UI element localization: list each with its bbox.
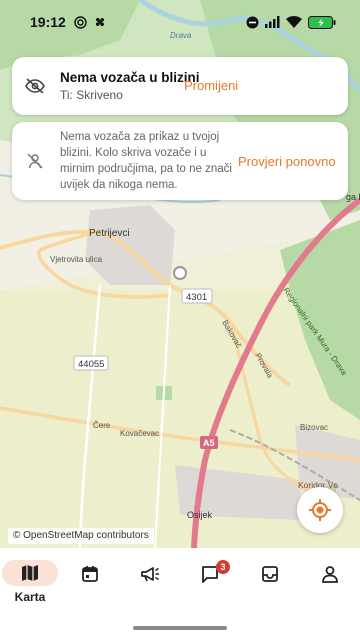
- nav-item-announcements[interactable]: [122, 560, 178, 604]
- map-label-road5: Čere: [93, 421, 111, 430]
- map-icon: [22, 565, 38, 581]
- map-label-street: Vjetrovita ulica: [50, 255, 103, 264]
- no-drivers-description: Nema vozača za prikaz u tvojoj blizini. …: [60, 131, 232, 191]
- do-not-disturb-icon: [246, 16, 259, 28]
- home-indicator[interactable]: [133, 626, 227, 630]
- map-attribution[interactable]: © OpenStreetMap contributors: [8, 528, 154, 544]
- map-label-place: Bizovac: [300, 423, 328, 432]
- nav-item-messages[interactable]: 3: [182, 560, 238, 604]
- fan-icon: [95, 17, 104, 27]
- visibility-notice-card: Nema vozača u blizini Ti: Skriveno Promi…: [12, 57, 348, 115]
- nav-label-map: Karta: [14, 590, 46, 604]
- map-label-city: Osijek: [187, 510, 213, 520]
- battery-icon: [308, 15, 336, 29]
- profile-icon: [322, 566, 338, 583]
- target-icon: [74, 15, 87, 29]
- map-label-motorway: A5: [203, 438, 215, 448]
- nav-item-map[interactable]: Karta: [2, 560, 58, 604]
- no-drivers-info-card: Nema vozača za prikaz u tvojoj blizini. …: [12, 122, 348, 200]
- eye-off-icon: [24, 75, 46, 97]
- map-label-road1: 4301: [186, 292, 207, 303]
- map-label-town: Petrijevci: [89, 228, 130, 239]
- locate-button[interactable]: [297, 487, 343, 533]
- locate-icon: [309, 499, 331, 521]
- nav-item-profile[interactable]: [302, 560, 358, 604]
- calendar-icon: [82, 566, 98, 582]
- map-label-road2: 44055: [78, 359, 104, 370]
- status-bar: 19:12: [0, 0, 360, 44]
- nav-item-calendar[interactable]: [62, 560, 118, 604]
- inbox-icon: [262, 566, 278, 582]
- nav-item-inbox[interactable]: [242, 560, 298, 604]
- megaphone-icon: [141, 567, 159, 582]
- status-time: 19:12: [30, 14, 66, 30]
- map-label-road6: Kovačevac: [120, 429, 159, 438]
- wifi-icon: [286, 16, 302, 28]
- signal-icon: [265, 16, 280, 28]
- messages-badge: 3: [216, 560, 230, 574]
- map-label-edge: ga b k: [346, 192, 360, 202]
- user-location-marker: [173, 266, 187, 280]
- change-visibility-button[interactable]: Promijeni: [184, 78, 238, 93]
- no-driver-icon: [24, 150, 46, 172]
- check-again-button[interactable]: Provjeri ponovno: [238, 154, 336, 169]
